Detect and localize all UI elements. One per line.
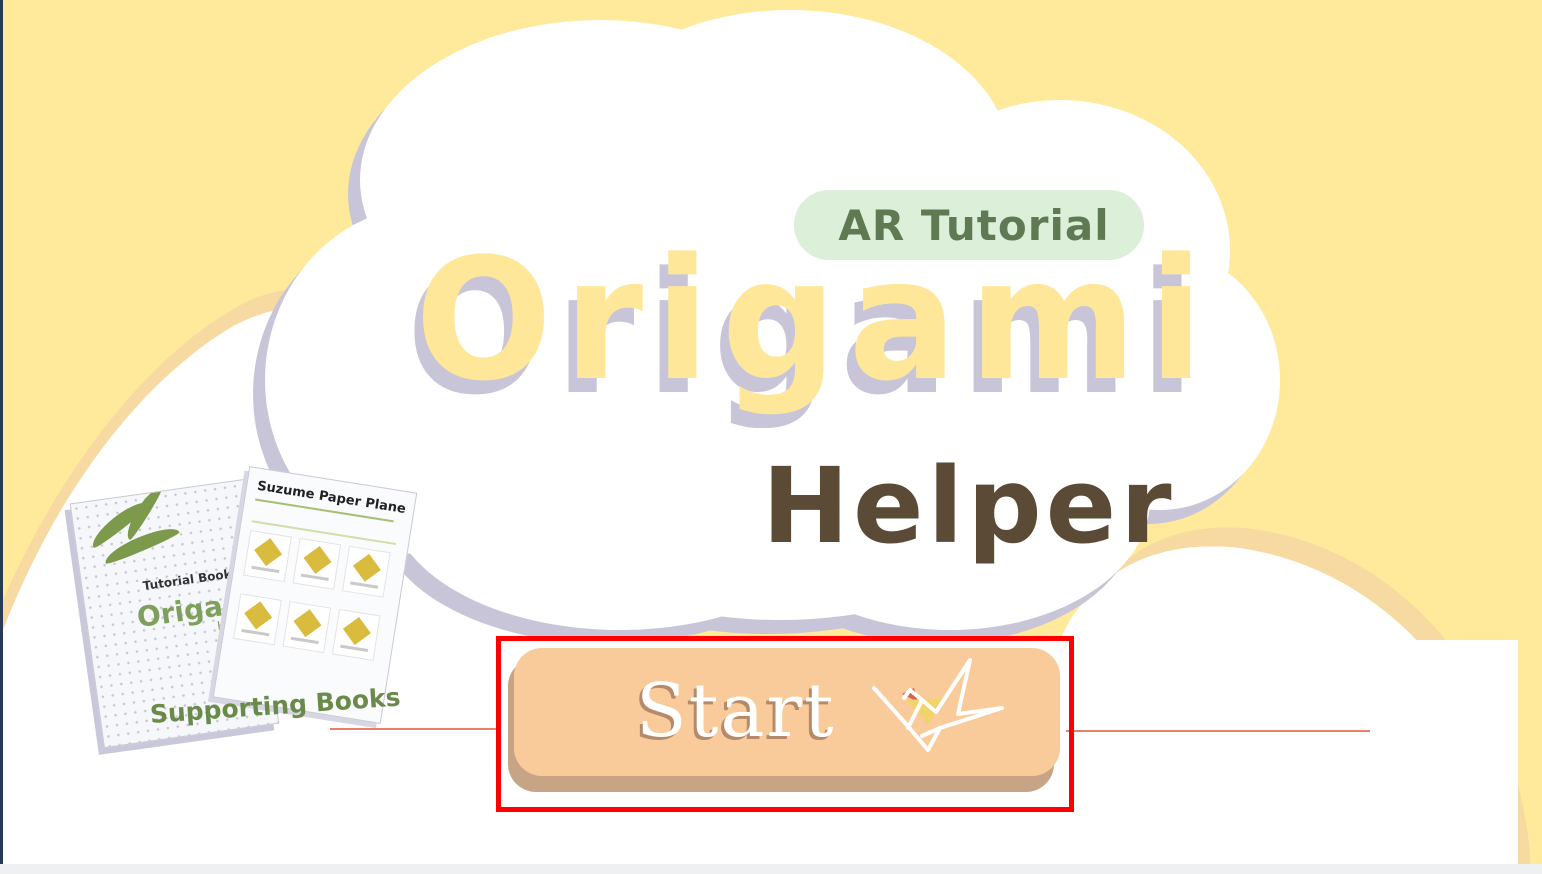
start-button[interactable]: Start [508,648,1060,792]
start-button-label: Start [636,668,836,754]
step-cell [331,608,381,661]
paper-crane-icon [872,658,1004,752]
step-cell [292,537,342,590]
splash-screen: AR Tutorial Origami Helper Tutorial Book… [0,0,1542,874]
step-cell [282,601,332,654]
app-title: Origami [415,222,1216,418]
step-cell [341,545,391,598]
step-cell [243,530,292,583]
step-cell [233,593,282,646]
app-subtitle: Helper [762,445,1176,567]
